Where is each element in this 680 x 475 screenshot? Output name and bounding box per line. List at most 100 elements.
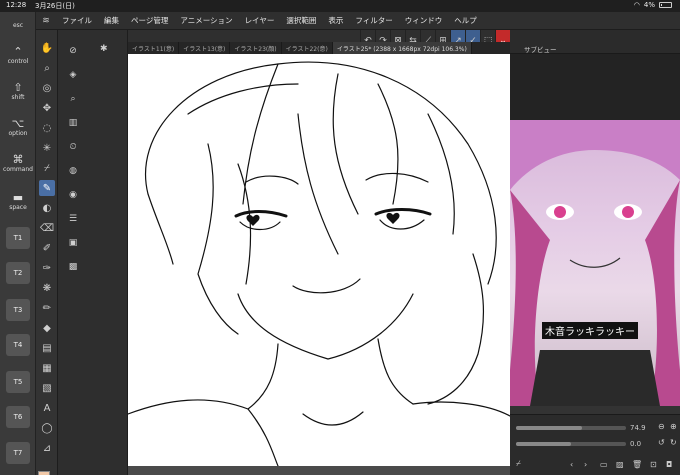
eraser-icon[interactable]: ⌫ [39,220,55,236]
gradient-icon[interactable]: ▤ [39,340,55,356]
balloon-icon[interactable]: ◯ [39,420,55,436]
decoration-icon[interactable]: ❋ [39,280,55,296]
rotate-slider[interactable] [516,442,626,446]
t6-key[interactable]: T6 [6,406,30,428]
tab-illust-11[interactable]: イラスト11(意) [128,42,180,54]
navigator-icon[interactable]: ◍ [66,164,80,178]
menu-selection[interactable]: 選択範囲 [280,15,322,26]
delete-icon[interactable]: 🗑 [632,460,642,469]
airbrush-icon[interactable]: ✑ [39,260,55,276]
subview-panel[interactable]: 木音ラッキラッキー [510,54,680,414]
menu-filter[interactable]: フィルター [349,15,398,26]
option-icon: ⌥ [11,117,25,130]
t5-key[interactable]: T5 [6,371,30,393]
control-key[interactable]: ⌃ control [2,46,34,66]
drawing-canvas[interactable] [127,54,511,467]
star-icon[interactable]: ✱ [100,44,108,54]
fill-icon[interactable]: ◆ [39,320,55,336]
zoom-out-button[interactable]: ⊖ [658,422,665,431]
menu-file[interactable]: ファイル [56,15,98,26]
command-bar: ↶ ↷ ⊠ ⇆ ⟋ ⊞ ↗ ✓ ⬚ ⌄ [128,30,510,52]
menu-animation[interactable]: アニメーション [174,15,238,26]
tab-illust-25[interactable]: イラスト25* (2388 x 1668px 72dpi 106.3%) [332,42,472,54]
zoom-slider[interactable] [516,426,626,430]
esc-label: esc [12,22,24,29]
magic-wand-icon[interactable]: ✳ [39,140,55,156]
pen-icon[interactable]: ✎ [39,180,55,196]
shift-key[interactable]: ⇧ shift [2,82,34,102]
battery-percent: 4% [643,1,655,9]
menu-window[interactable]: ウィンドウ [399,15,449,26]
eyedropper-icon[interactable]: ⌿ [39,160,55,176]
tool-palette: ✋ ⌕ ◎ ✥ ◌ ✳ ⌿ ✎ ◐ ⌫ ✐ ✑ ❋ ✏ ◆ ▤ ▦ ▧ A ◯ … [36,30,58,475]
t2-key[interactable]: T2 [6,262,30,284]
subview-scroll-strip[interactable] [510,406,680,414]
auto-action-icon[interactable]: ☰ [66,212,80,226]
zoom-out-icon[interactable]: ◎ [39,80,55,96]
tab-illust-22[interactable]: イラスト22(意) [282,42,333,54]
eyedropper-icon[interactable]: ⌿ [516,459,521,469]
t1-key[interactable]: T1 [6,227,30,249]
ruler-icon[interactable]: ⊿ [39,440,55,456]
camera-icon[interactable]: ◘ [666,460,672,469]
brush-icon[interactable]: ✐ [39,240,55,256]
esc-key[interactable]: esc [2,22,34,30]
menu-edit[interactable]: 編集 [98,15,125,26]
command-icon: ⌘ [12,153,24,166]
battery-icon [659,2,672,8]
image-icon[interactable]: ▨ [616,460,624,469]
layer-stack-icon[interactable]: ◈ [66,68,80,82]
status-right: ◠ 4% [634,1,672,9]
fit-icon[interactable]: ⊡ [650,460,657,469]
command-key[interactable]: ⌘ command [2,154,34,174]
t4-key[interactable]: T4 [6,334,30,356]
tab-illust-23[interactable]: イラスト23(顔) [230,42,282,54]
color-set-icon[interactable]: ▩ [66,260,80,274]
menu-help[interactable]: ヘルプ [448,15,483,26]
search-layer-icon[interactable]: ⌕ [66,92,80,106]
shift-label: shift [11,94,25,101]
frame-icon[interactable]: ▧ [39,380,55,396]
reference-image [510,120,680,406]
zoom-in-button[interactable]: ⊕ [670,422,677,431]
t3-key[interactable]: T3 [6,299,30,321]
line-art-drawing [127,61,511,467]
prev-image-icon[interactable]: ‹ [570,460,573,469]
open-file-icon[interactable]: ▭ [600,460,608,469]
menu-layer[interactable]: レイヤー [239,15,281,26]
text-icon[interactable]: A [39,400,55,416]
rotate-value: 0.0 [630,440,642,448]
lasso-icon[interactable]: ◌ [39,120,55,136]
main-color-swatch[interactable] [38,471,50,475]
reference-caption: 木音ラッキラッキー [542,322,638,339]
t7-key[interactable]: T7 [6,442,30,464]
control-label: control [7,58,29,65]
property-icon[interactable]: ▣ [66,236,80,250]
pencil-icon[interactable]: ✏ [39,300,55,316]
sub-tool-palette: ⊘ ✱ ◈ ⌕ ▥ ⏲ ◍ ◉ ☰ ▣ ▩ [58,30,128,475]
command-label: command [3,166,33,173]
brush-size-icon[interactable]: ◉ [66,188,80,202]
shift-icon: ⇧ [13,81,23,94]
history-icon[interactable]: ⏲ [66,140,80,154]
hand-icon[interactable]: ✋ [39,40,55,56]
blend-icon[interactable]: ◐ [39,200,55,216]
app-logo-icon[interactable]: ≋ [36,16,56,26]
zoom-icon[interactable]: ⌕ [39,60,55,76]
tab-illust-13[interactable]: イラスト13(意) [179,42,231,54]
rotate-left-button[interactable]: ↺ [658,438,665,447]
app-window: 12:28 3月26日(日) ◠ 4% ≋ ファイル 編集 ページ管理 アニメー… [0,0,680,475]
sub-tool-icon[interactable]: ⊘ [66,44,80,58]
menu-bar: ≋ ファイル 編集 ページ管理 アニメーション レイヤー 選択範囲 表示 フィル… [36,12,680,30]
next-image-icon[interactable]: › [584,460,587,469]
rotate-right-button[interactable]: ↻ [670,438,677,447]
figure-icon[interactable]: ▦ [39,360,55,376]
menu-page[interactable]: ページ管理 [125,15,174,26]
material-icon[interactable]: ▥ [66,116,80,130]
status-time: 12:28 [6,1,27,9]
move-icon[interactable]: ✥ [39,100,55,116]
menu-view[interactable]: 表示 [322,15,349,26]
canvas-area[interactable] [127,54,511,475]
option-key[interactable]: ⌥ option [2,118,34,138]
space-key[interactable]: ▬ space [2,192,34,212]
